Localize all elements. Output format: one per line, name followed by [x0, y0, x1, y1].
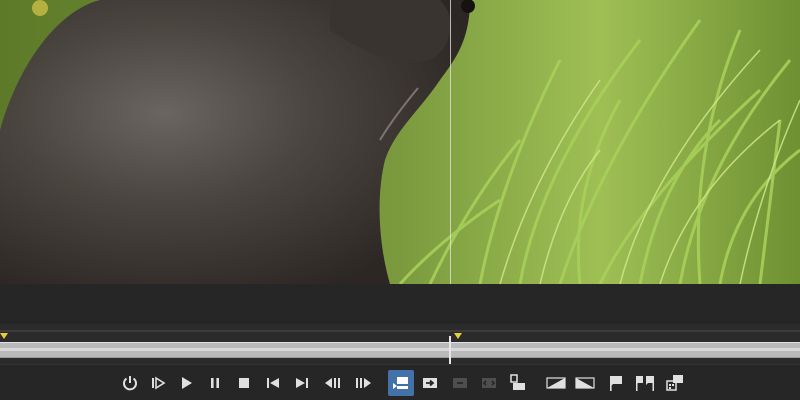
split-marker-button[interactable]	[632, 370, 658, 396]
timeline-ruler	[0, 330, 800, 332]
export-frame-icon	[666, 375, 683, 391]
fit-to-fill-icon	[482, 378, 496, 388]
video-preview	[0, 0, 800, 284]
mark-out-marker[interactable]	[454, 333, 462, 339]
pause-button[interactable]	[202, 370, 228, 396]
export-frame-button[interactable]	[662, 370, 688, 396]
play-from-start-button[interactable]	[145, 370, 171, 396]
play-button[interactable]	[173, 370, 199, 396]
stop-icon	[239, 378, 249, 388]
next-frame-button[interactable]	[350, 370, 376, 396]
fit-to-fill-button	[476, 370, 502, 396]
append-clip-icon	[510, 374, 525, 390]
go-to-end-icon	[296, 378, 308, 388]
go-to-end-button[interactable]	[289, 370, 315, 396]
pause-icon	[211, 378, 219, 388]
play-from-start-icon	[152, 376, 166, 390]
add-marker-button[interactable]	[603, 370, 629, 396]
insert-clip-button[interactable]	[388, 370, 414, 396]
go-to-start-button[interactable]	[260, 370, 286, 396]
previous-frame-icon	[325, 378, 340, 388]
append-clip-button[interactable]	[505, 370, 531, 396]
add-marker-icon	[610, 376, 622, 391]
split-marker-icon	[636, 376, 654, 391]
mark-out-icon	[575, 377, 595, 389]
mark-in-button[interactable]	[543, 370, 569, 396]
playhead[interactable]	[449, 336, 451, 364]
stop-button[interactable]	[231, 370, 257, 396]
mark-out-button[interactable]	[572, 370, 598, 396]
next-frame-icon	[356, 378, 371, 388]
replace-clip-button	[447, 370, 473, 396]
power-button[interactable]	[117, 370, 143, 396]
preview-frame-image	[0, 0, 800, 284]
overwrite-clip-button[interactable]	[417, 370, 443, 396]
mark-in-marker[interactable]	[0, 333, 8, 339]
insert-clip-icon	[393, 377, 408, 389]
timeline-scrubber[interactable]	[0, 324, 800, 364]
power-icon	[123, 376, 137, 391]
timeline-track[interactable]	[0, 342, 800, 358]
previous-frame-button[interactable]	[320, 370, 346, 396]
replace-clip-icon	[453, 378, 467, 388]
go-to-start-icon	[267, 378, 279, 388]
preview-bottom-bar	[0, 284, 800, 324]
overwrite-clip-icon	[423, 378, 437, 388]
split-compare-line[interactable]	[450, 0, 451, 284]
playback-toolbar	[0, 364, 800, 400]
mark-in-icon	[546, 377, 566, 389]
play-icon	[182, 377, 192, 389]
